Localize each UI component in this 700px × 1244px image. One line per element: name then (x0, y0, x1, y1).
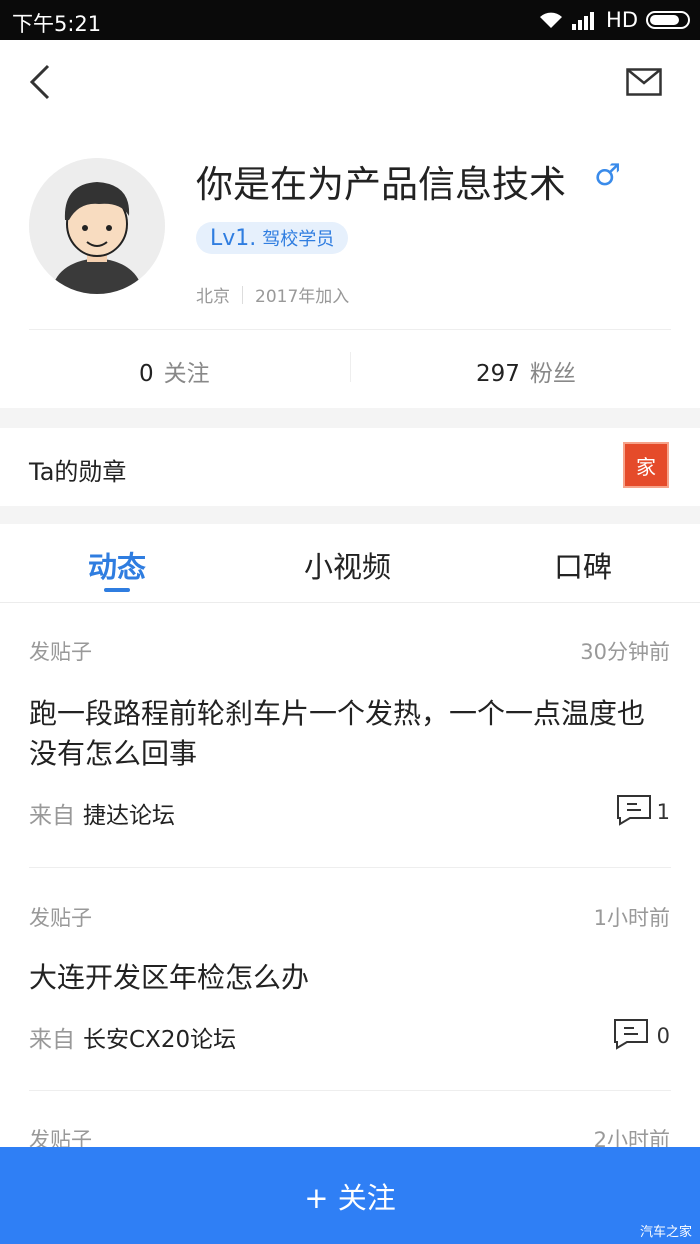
badges-title: Ta的勋章 (29, 458, 127, 486)
tab-reviews[interactable]: 口碑 (554, 544, 612, 586)
gender-male-icon: ♂ (594, 158, 621, 193)
post-time: 2小时前 (593, 1128, 670, 1147)
tab-short-video[interactable]: 小视频 (304, 544, 391, 586)
post-title[interactable]: 跑一段路程前轮刹车片一个发热，一个一点温度也没有怎么回事 (29, 694, 659, 774)
post-type: 发贴子 (29, 906, 92, 930)
post-title[interactable]: 大连开发区年检怎么办 (29, 958, 659, 998)
post-time: 30分钟前 (580, 640, 670, 664)
battery-icon (646, 11, 690, 29)
profile-meta: 北京 2017年加入 (196, 282, 349, 307)
post-type: 发贴子 (29, 640, 92, 664)
watermark: 汽车之家 (639, 1225, 692, 1240)
status-bar: 下午5:21 HD (0, 0, 700, 40)
tab-activity[interactable]: 动态 (88, 544, 146, 586)
post-type: 发贴子 (29, 1128, 92, 1147)
username: 你是在为产品信息技术 (196, 163, 566, 206)
fans-label: 粉丝 (529, 361, 576, 387)
family-badge-icon[interactable]: 家 (623, 442, 669, 488)
follow-button[interactable]: + 关注 (0, 1147, 700, 1244)
active-tab-indicator (104, 588, 130, 592)
network-type: HD (606, 8, 638, 32)
comment-icon[interactable] (616, 794, 652, 826)
forum-link[interactable]: 捷达论坛 (83, 803, 175, 829)
status-time: 下午5:21 (12, 12, 102, 36)
post-item[interactable]: 发贴子 30分钟前 跑一段路程前轮刹车片一个发热，一个一点温度也没有怎么回事 来… (0, 602, 700, 867)
forum-link[interactable]: 长安CX20论坛 (83, 1027, 236, 1053)
post-item[interactable]: 发贴子 1小时前 大连开发区年检怎么办 来自 长安CX20论坛 0 (0, 868, 700, 1090)
from-label: 来自 (29, 1027, 75, 1053)
comment-count: 1 (656, 800, 670, 824)
following-stat[interactable]: 0 关注 (139, 354, 210, 388)
from-label: 来自 (29, 803, 75, 829)
wifi-icon (540, 12, 563, 28)
fans-stat[interactable]: 297 粉丝 (476, 354, 576, 388)
location: 北京 (196, 287, 230, 307)
post-source: 来自 长安CX20论坛 (29, 1020, 236, 1054)
following-count: 0 (139, 361, 154, 387)
meta-divider (242, 285, 243, 304)
stats-divider (350, 352, 351, 382)
post-time: 1小时前 (593, 906, 670, 930)
badges-row[interactable]: Ta的勋章 (0, 428, 700, 506)
signal-icon (572, 12, 595, 30)
level-name: 驾校学员 (262, 229, 335, 250)
mail-icon[interactable] (626, 68, 662, 96)
join-date: 2017年加入 (255, 287, 350, 307)
avatar[interactable] (29, 158, 165, 294)
back-icon[interactable] (28, 64, 52, 100)
level-badge: Lv1. 驾校学员 (196, 222, 349, 254)
section-gap (0, 408, 700, 428)
comment-count: 0 (656, 1024, 670, 1048)
fans-count: 297 (476, 361, 520, 387)
following-label: 关注 (163, 361, 210, 387)
post-source: 来自 捷达论坛 (29, 796, 175, 830)
comment-icon[interactable] (613, 1018, 649, 1050)
avatar-icon (29, 158, 165, 294)
post-item[interactable]: 发贴子 2小时前 (0, 1091, 700, 1147)
status-icons: HD (538, 8, 690, 32)
level-number: Lv1. (210, 225, 257, 251)
follow-stats: 0 关注 297 粉丝 (0, 330, 700, 408)
section-gap (0, 506, 700, 524)
